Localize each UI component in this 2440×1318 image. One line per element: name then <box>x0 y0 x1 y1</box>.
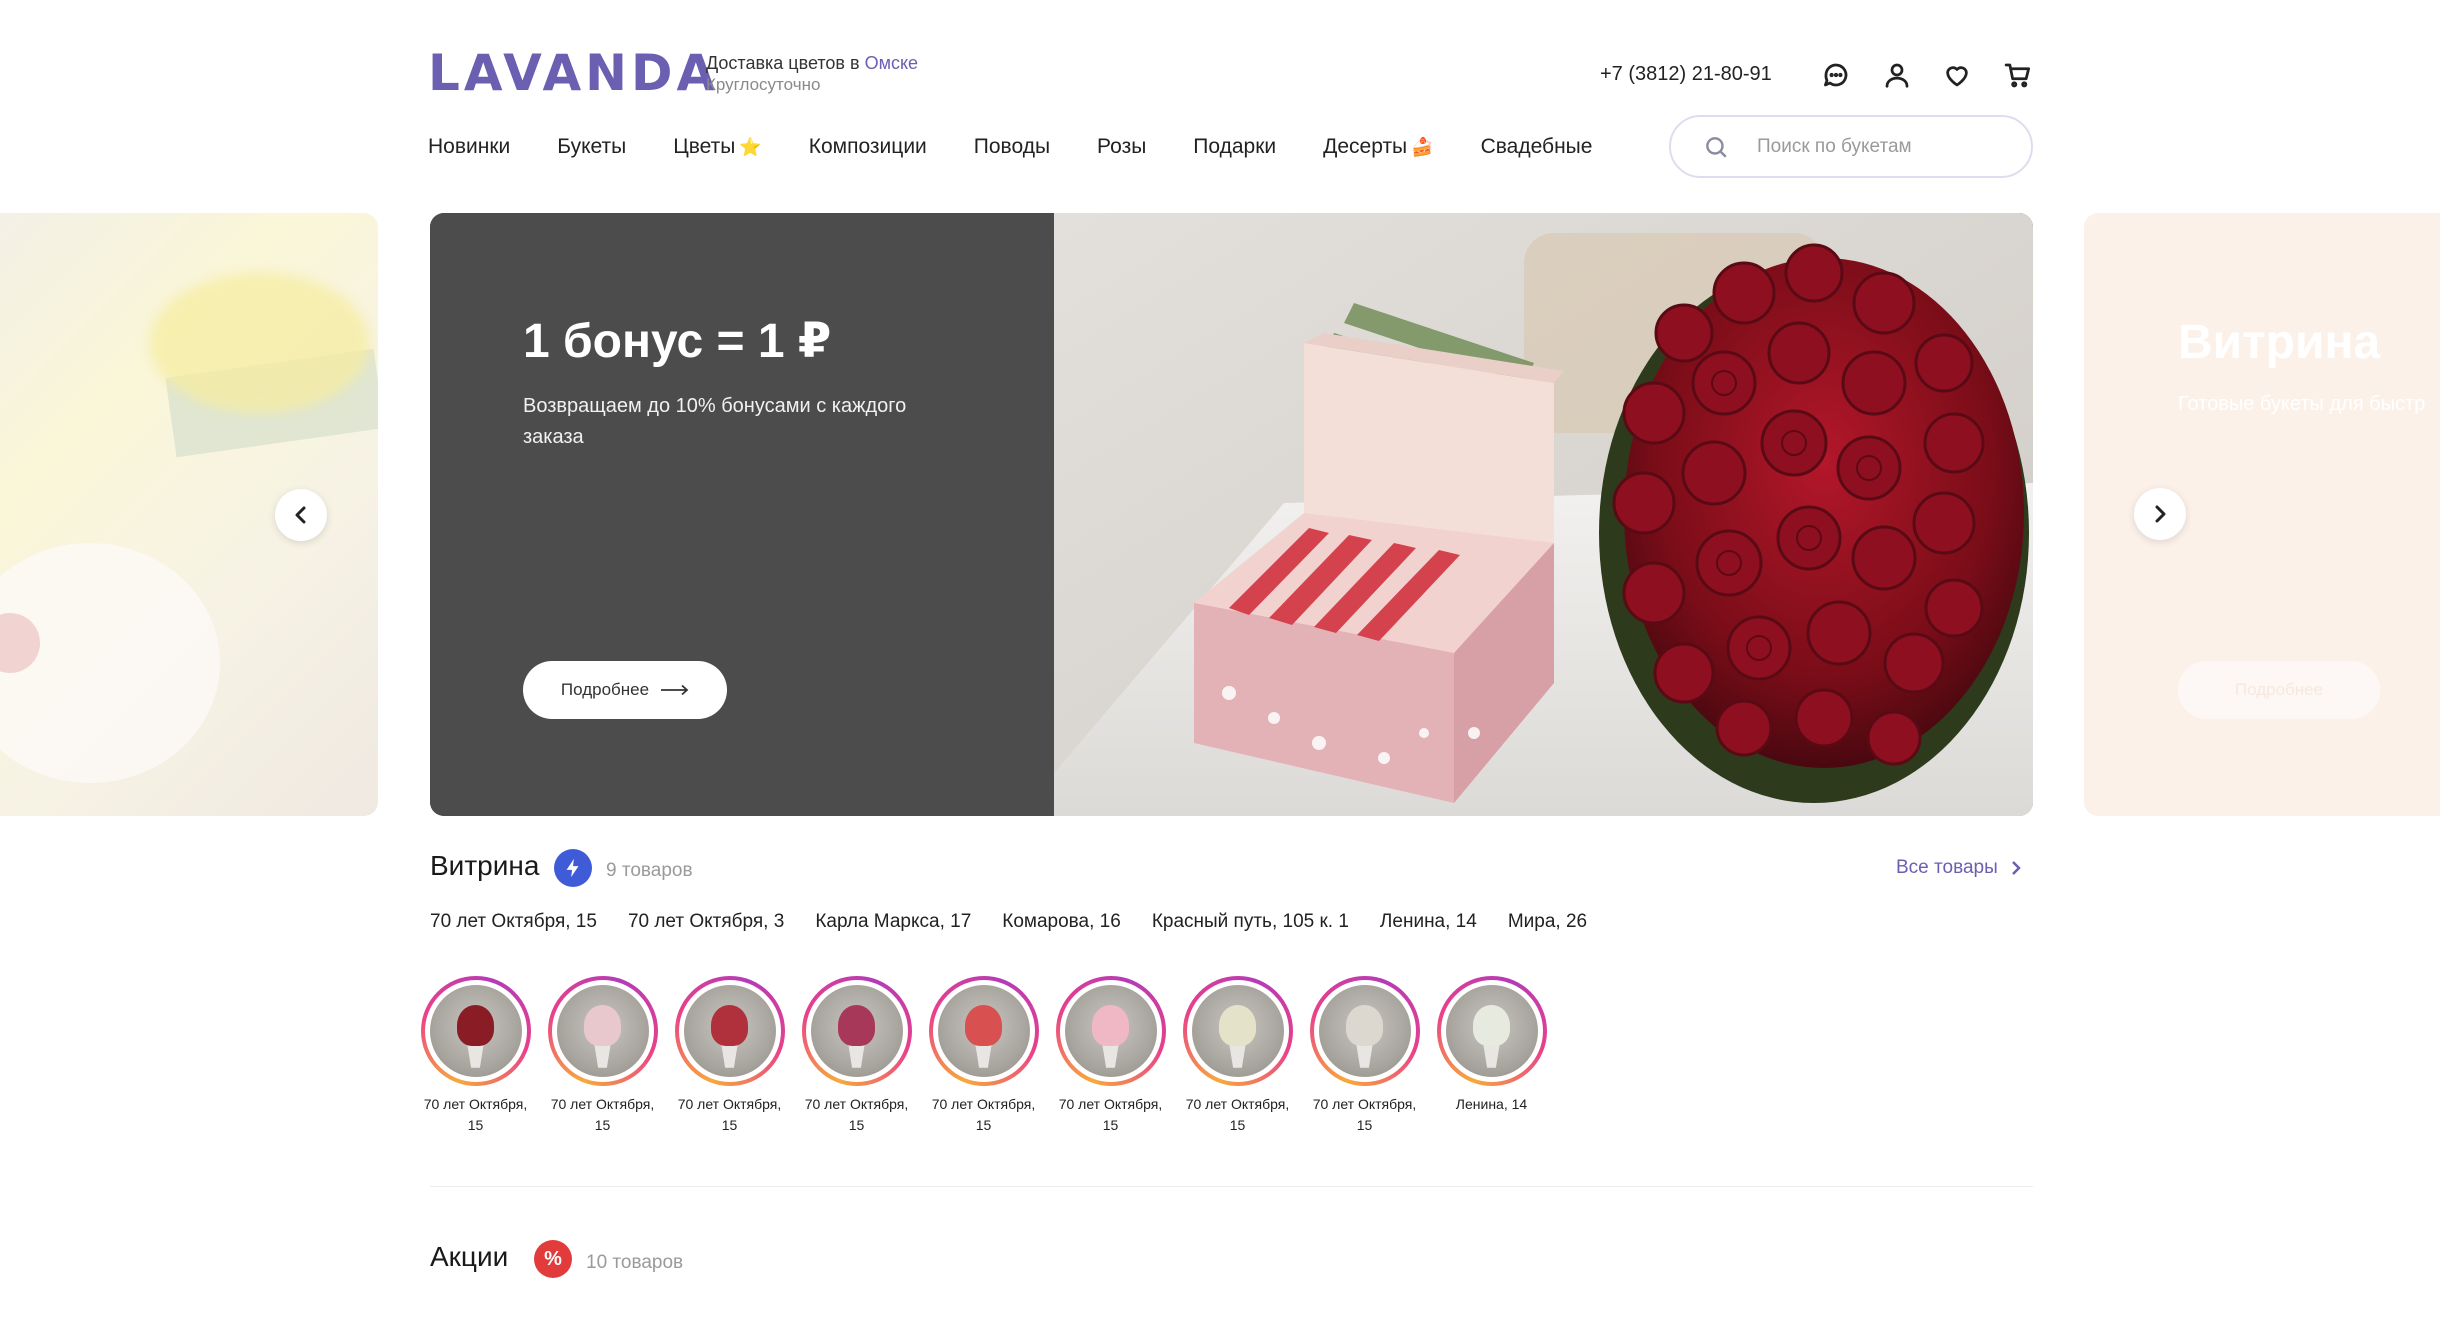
bouquet-photo <box>1064 985 1157 1077</box>
akcii-count: 10 товаров <box>586 1252 684 1273</box>
story-item[interactable]: 70 лет Октября, 15 <box>539 976 666 1136</box>
story-ring <box>928 976 1039 1086</box>
cake-icon: 🍰 <box>1411 137 1434 157</box>
promo-slide: 1 бонус = 1 ₽ Возвращаем до 10% бонусами… <box>430 213 2033 816</box>
search-icon <box>1706 136 1727 158</box>
story-label: 70 лет Октября, 15 <box>1312 1096 1417 1133</box>
story-label: 70 лет Октября, 15 <box>804 1096 909 1133</box>
story-item[interactable]: 70 лет Октября, 15 <box>920 976 1047 1136</box>
delivery-text: Доставка цветов в <box>706 53 865 73</box>
arrow-right-icon <box>661 684 689 696</box>
chevron-right-icon <box>2011 861 2021 875</box>
city-selector[interactable]: Омске <box>865 53 918 73</box>
address-tabs: 70 лет Октября, 15 70 лет Октября, 3 Кар… <box>430 911 1618 933</box>
story-ring <box>1436 976 1547 1086</box>
promo-more-button[interactable]: Подробнее <box>523 661 727 719</box>
story-ring <box>801 976 912 1086</box>
story-item[interactable]: 70 лет Октября, 15 <box>1047 976 1174 1136</box>
nav-item-cvety[interactable]: Цветы ⭐ <box>673 132 762 162</box>
next-slide-title: Витрина <box>2178 316 2381 369</box>
carousel-next-button[interactable] <box>2134 488 2186 540</box>
story-label: 70 лет Октября, 15 <box>423 1096 528 1133</box>
address-tab[interactable]: 70 лет Октября, 15 <box>430 911 597 933</box>
next-slide-subtitle: Готовые букеты для быстр <box>2178 393 2426 415</box>
promo-image-roses-dessert <box>1054 213 2033 816</box>
nav-item-bukety[interactable]: Букеты <box>557 132 626 162</box>
story-ring <box>1055 976 1166 1086</box>
story-item[interactable]: 70 лет Октября, 15 <box>793 976 920 1136</box>
delivery-info: Доставка цветов в Омске Круглосуточно <box>706 52 918 96</box>
carousel-prev-button[interactable] <box>275 489 327 541</box>
nav-item-kompozicii[interactable]: Композиции <box>809 132 927 162</box>
user-icon[interactable] <box>1880 58 1914 92</box>
next-slide-button: Подробнее <box>2178 661 2380 719</box>
story-ring <box>674 976 785 1086</box>
story-ring <box>547 976 658 1086</box>
star-icon: ⭐ <box>739 137 762 157</box>
address-tab[interactable]: 70 лет Октября, 3 <box>628 911 784 933</box>
bouquet-photo <box>683 985 776 1077</box>
nav-item-podarki[interactable]: Подарки <box>1193 132 1276 162</box>
cart-icon[interactable] <box>2001 58 2035 92</box>
story-ring <box>1182 976 1293 1086</box>
section-divider <box>430 1186 2033 1187</box>
nav-item-svadebnye[interactable]: Свадебные <box>1481 132 1593 162</box>
story-item[interactable]: Ленина, 14 <box>1428 976 1555 1136</box>
address-tab[interactable]: Комарова, 16 <box>1002 911 1121 933</box>
story-ring <box>420 976 531 1086</box>
akcii-title: Акции <box>430 1241 509 1272</box>
chat-icon[interactable] <box>1819 58 1853 92</box>
bouquet-photo <box>1318 985 1411 1077</box>
nav-item-novinki[interactable]: Новинки <box>428 132 510 162</box>
lightning-icon <box>554 849 592 887</box>
promo-title: 1 бонус = 1 ₽ <box>523 315 832 368</box>
delivery-hours: Круглосуточно <box>706 75 821 94</box>
story-label: Ленина, 14 <box>1455 1096 1528 1112</box>
story-item[interactable]: 70 лет Октября, 15 <box>1301 976 1428 1136</box>
bouquet-photo <box>556 985 649 1077</box>
promo-text-panel: 1 бонус = 1 ₽ Возвращаем до 10% бонусами… <box>430 213 1054 816</box>
search-box[interactable] <box>1669 115 2033 178</box>
nav-item-deserty[interactable]: Десерты 🍰 <box>1323 132 1433 162</box>
promo-subtitle: Возвращаем до 10% бонусами с каждого зак… <box>523 395 907 448</box>
search-input[interactable] <box>1757 135 2007 158</box>
percent-icon: % <box>534 1240 572 1278</box>
address-tab[interactable]: Красный путь, 105 к. 1 <box>1152 911 1349 933</box>
story-label: 70 лет Октября, 15 <box>931 1096 1036 1133</box>
site-logo[interactable]: LAVANDA <box>428 44 719 102</box>
nav-item-rozy[interactable]: Розы <box>1097 132 1146 162</box>
phone-number[interactable]: +7 (3812) 21-80-91 <box>1600 63 1772 86</box>
chevron-right-icon <box>2155 505 2166 523</box>
story-label: 70 лет Октября, 15 <box>1058 1096 1163 1133</box>
chevron-left-icon <box>295 506 306 524</box>
story-item[interactable]: 70 лет Октября, 15 <box>412 976 539 1136</box>
address-tab[interactable]: Ленина, 14 <box>1380 911 1477 933</box>
address-tab[interactable]: Мира, 26 <box>1508 911 1587 933</box>
bouquet-photo <box>1191 985 1284 1077</box>
bouquet-photo <box>1445 985 1538 1077</box>
story-item[interactable]: 70 лет Октября, 15 <box>1174 976 1301 1136</box>
story-label: 70 лет Октября, 15 <box>550 1096 655 1133</box>
vitrina-title: Витрина <box>430 850 540 881</box>
bouquet-photo <box>937 985 1030 1077</box>
story-item[interactable]: 70 лет Октября, 15 <box>666 976 793 1136</box>
story-ring <box>1309 976 1420 1086</box>
site-header: LAVANDA Доставка цветов в Омске Круглосу… <box>0 0 2440 200</box>
nav-item-povody[interactable]: Поводы <box>974 132 1050 162</box>
story-label: 70 лет Октября, 15 <box>1185 1096 1290 1133</box>
story-label: 70 лет Октября, 15 <box>677 1096 782 1133</box>
bouquet-photo <box>810 985 903 1077</box>
vitrina-count: 9 товаров <box>606 860 693 881</box>
address-tab[interactable]: Карла Маркса, 17 <box>815 911 971 933</box>
heart-icon[interactable] <box>1940 58 1974 92</box>
bouquet-photo <box>429 985 522 1077</box>
stories-row: 70 лет Октября, 15 70 лет Октября, 15 70 л… <box>412 976 1555 1136</box>
all-products-link[interactable]: Все товары <box>1896 857 2022 879</box>
main-nav: Новинки Букеты Цветы ⭐ Композиции Поводы … <box>428 132 1639 162</box>
